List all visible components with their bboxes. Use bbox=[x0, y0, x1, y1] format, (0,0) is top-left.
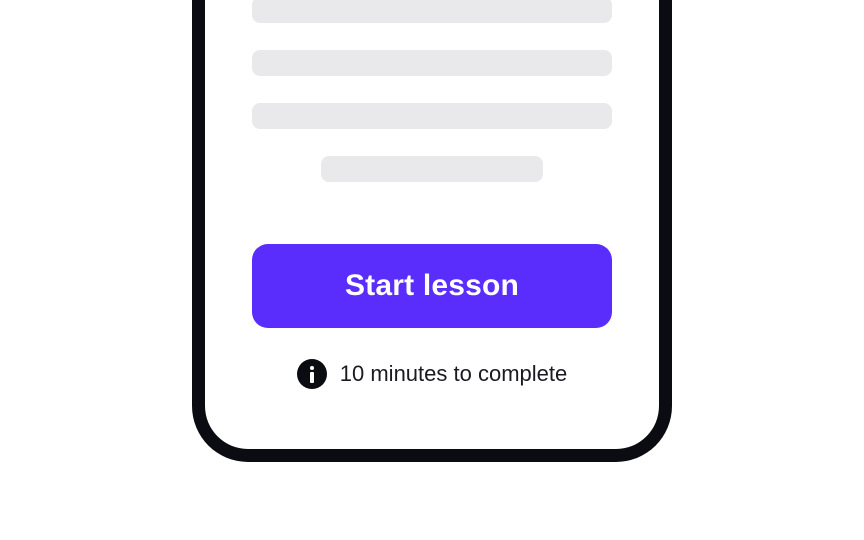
skeleton-line bbox=[252, 50, 612, 76]
screen: Start lesson 10 minutes to complete bbox=[0, 0, 864, 540]
lesson-duration-info: 10 minutes to complete bbox=[205, 358, 659, 390]
info-icon bbox=[296, 359, 327, 389]
lesson-duration-text: 10 minutes to complete bbox=[339, 361, 568, 386]
skeleton-line bbox=[252, 0, 612, 23]
skeleton-line-short bbox=[321, 156, 543, 182]
phone-frame: Start lesson 10 minutes to complete bbox=[192, 0, 672, 462]
start-lesson-button[interactable]: Start lesson bbox=[252, 244, 612, 328]
skeleton-line bbox=[252, 103, 612, 129]
